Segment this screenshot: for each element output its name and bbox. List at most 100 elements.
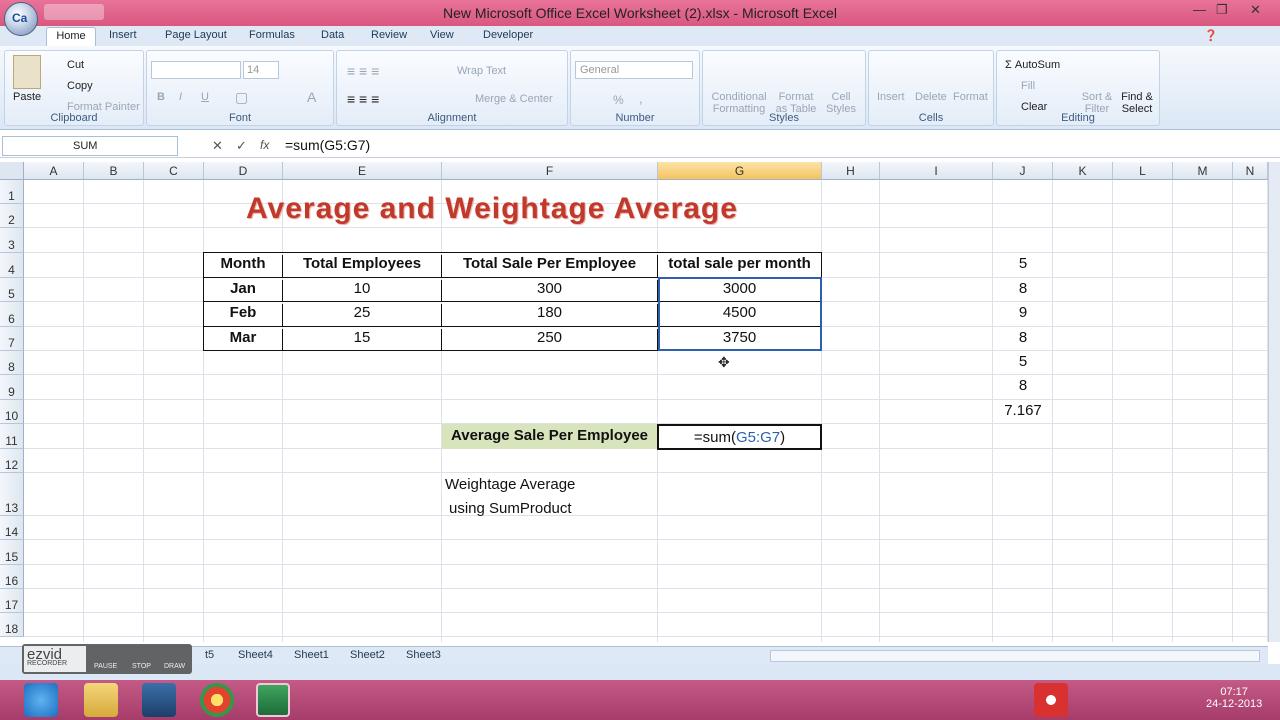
font-name-box[interactable] bbox=[151, 61, 241, 79]
row-header-15[interactable]: 15 bbox=[0, 540, 24, 565]
italic-button[interactable]: I bbox=[179, 91, 182, 103]
row-header-7[interactable]: 7 bbox=[0, 327, 24, 351]
column-header-l[interactable]: L bbox=[1113, 162, 1173, 180]
column-header-c[interactable]: C bbox=[144, 162, 204, 180]
sheet-tab-5[interactable]: t5 bbox=[205, 649, 214, 661]
table-cell[interactable]: Mar bbox=[204, 329, 283, 351]
sheet-tab-sheet2[interactable]: Sheet2 bbox=[350, 649, 385, 661]
row-header-1[interactable]: 1 bbox=[0, 180, 24, 204]
tab-formulas[interactable]: Formulas bbox=[249, 29, 295, 41]
percent-button[interactable]: % bbox=[613, 93, 624, 107]
desktop-icon[interactable] bbox=[142, 683, 176, 717]
column-header-g[interactable]: G bbox=[658, 162, 822, 180]
sheet-tab-sheet1[interactable]: Sheet1 bbox=[294, 649, 329, 661]
average-label-cell[interactable]: Average Sale Per Employee bbox=[442, 424, 657, 449]
borders-icon[interactable]: ▢ bbox=[235, 89, 248, 106]
copy-button[interactable]: Copy bbox=[67, 80, 93, 92]
align-left-icon[interactable]: ≡ ≡ ≡ bbox=[347, 91, 379, 107]
tab-developer[interactable]: Developer bbox=[483, 29, 533, 41]
cut-button[interactable]: Cut bbox=[67, 59, 84, 71]
row-header-4[interactable]: 4 bbox=[0, 253, 24, 278]
table-cell[interactable]: Feb bbox=[204, 304, 283, 327]
tab-review[interactable]: Review bbox=[371, 29, 407, 41]
row-header-5[interactable]: 5 bbox=[0, 278, 24, 302]
pause-button[interactable]: PAUSE bbox=[94, 663, 117, 670]
paste-button[interactable]: Paste bbox=[13, 91, 41, 103]
delete-button[interactable]: Delete bbox=[915, 91, 947, 103]
row-header-14[interactable]: 14 bbox=[0, 516, 24, 540]
row-header-8[interactable]: 8 bbox=[0, 351, 24, 375]
table-header-cell[interactable]: Total Sale Per Employee bbox=[442, 255, 658, 278]
table-cell[interactable]: 180 bbox=[442, 304, 658, 327]
row-header-13[interactable]: 13 bbox=[0, 473, 24, 516]
table-header-cell[interactable]: total sale per month bbox=[658, 255, 822, 278]
draw-button[interactable]: DRAW bbox=[164, 663, 185, 670]
select-all-corner[interactable] bbox=[0, 162, 24, 180]
row-header-11[interactable]: 11 bbox=[0, 424, 24, 449]
excel-icon[interactable] bbox=[256, 683, 290, 717]
formula-input[interactable]: =sum(G5:G7) bbox=[285, 137, 370, 153]
table-cell[interactable]: 250 bbox=[442, 329, 658, 351]
column-j-cell[interactable]: 8 bbox=[993, 329, 1053, 346]
row-header-6[interactable]: 6 bbox=[0, 302, 24, 327]
antivirus-icon[interactable] bbox=[1034, 683, 1068, 717]
row-header-10[interactable]: 10 bbox=[0, 400, 24, 424]
office-button[interactable]: Ca bbox=[4, 2, 38, 36]
column-header-k[interactable]: K bbox=[1053, 162, 1113, 180]
minimize-button[interactable]: — bbox=[1193, 2, 1206, 17]
column-j-cell[interactable]: 7.167 bbox=[993, 402, 1053, 419]
column-j-cell[interactable]: 5 bbox=[993, 255, 1053, 272]
table-header-cell[interactable]: Total Employees bbox=[283, 255, 442, 278]
tab-view[interactable]: View bbox=[430, 29, 454, 41]
column-header-h[interactable]: H bbox=[822, 162, 880, 180]
row-header-17[interactable]: 17 bbox=[0, 589, 24, 613]
column-header-a[interactable]: A bbox=[24, 162, 84, 180]
align-top-icon[interactable]: ≡ ≡ ≡ bbox=[347, 63, 379, 79]
tab-data[interactable]: Data bbox=[321, 29, 344, 41]
table-cell[interactable]: 25 bbox=[283, 304, 442, 327]
sheet-tab-sheet4[interactable]: Sheet4 bbox=[238, 649, 273, 661]
format-button[interactable]: Format bbox=[953, 91, 988, 103]
ie-icon[interactable] bbox=[24, 683, 58, 717]
row-header-16[interactable]: 16 bbox=[0, 565, 24, 589]
column-header-e[interactable]: E bbox=[283, 162, 442, 180]
system-clock[interactable]: 07:17 24-12-2013 bbox=[1206, 686, 1262, 710]
column-j-cell[interactable]: 9 bbox=[993, 304, 1053, 321]
insert-button[interactable]: Insert bbox=[877, 91, 905, 103]
merge-center-button[interactable]: Merge & Center bbox=[475, 93, 553, 105]
column-j-cell[interactable]: 8 bbox=[993, 280, 1053, 297]
row-header-18[interactable]: 18 bbox=[0, 613, 24, 637]
horizontal-scrollbar[interactable] bbox=[770, 650, 1260, 662]
column-j-cell[interactable]: 8 bbox=[993, 377, 1053, 394]
fill-button[interactable]: Fill bbox=[1021, 80, 1035, 92]
row-header-3[interactable]: 3 bbox=[0, 228, 24, 253]
table-cell[interactable]: 10 bbox=[283, 280, 442, 302]
chrome-icon[interactable] bbox=[200, 683, 234, 717]
insert-function-icon[interactable]: fx bbox=[260, 138, 269, 152]
column-header-i[interactable]: I bbox=[880, 162, 993, 180]
table-cell[interactable]: 300 bbox=[442, 280, 658, 302]
table-header-cell[interactable]: Month bbox=[204, 255, 283, 278]
name-box[interactable]: SUM bbox=[2, 136, 178, 156]
bold-button[interactable]: B bbox=[157, 91, 165, 103]
close-button[interactable]: ✕ bbox=[1250, 2, 1261, 18]
help-icon[interactable]: ❓ bbox=[1204, 29, 1218, 42]
cancel-icon[interactable]: ✕ bbox=[212, 138, 223, 154]
tab-page-layout[interactable]: Page Layout bbox=[165, 29, 227, 41]
tab-home[interactable]: Home bbox=[46, 27, 96, 47]
column-header-d[interactable]: D bbox=[204, 162, 283, 180]
font-color-icon[interactable]: A bbox=[307, 89, 316, 105]
row-header-2[interactable]: 2 bbox=[0, 204, 24, 228]
table-cell[interactable]: 15 bbox=[283, 329, 442, 351]
column-header-f[interactable]: F bbox=[442, 162, 658, 180]
table-cell[interactable]: Jan bbox=[204, 280, 283, 302]
explorer-icon[interactable] bbox=[84, 683, 118, 717]
font-size-box[interactable]: 14 bbox=[243, 61, 279, 79]
comma-button[interactable]: , bbox=[639, 91, 643, 106]
column-header-m[interactable]: M bbox=[1173, 162, 1233, 180]
sheet-tab-sheet3[interactable]: Sheet3 bbox=[406, 649, 441, 661]
restore-button[interactable]: ❐ bbox=[1216, 2, 1228, 18]
column-header-j[interactable]: J bbox=[993, 162, 1053, 180]
active-cell-g11[interactable]: =sum(G5:G7) bbox=[657, 424, 822, 450]
row-header-9[interactable]: 9 bbox=[0, 375, 24, 400]
